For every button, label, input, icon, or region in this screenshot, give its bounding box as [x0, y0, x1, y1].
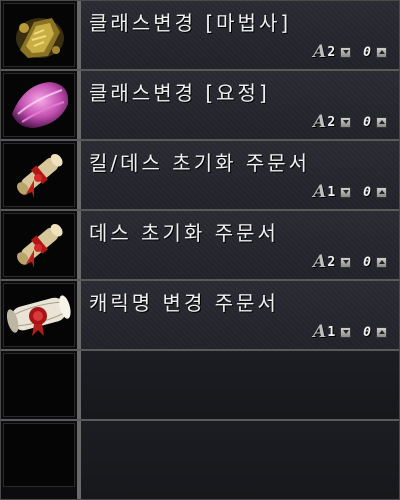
decrease-button[interactable]: [340, 256, 352, 268]
arrow-up-icon: [378, 190, 385, 194]
item-name: 클래스변경 [요정]: [89, 81, 270, 105]
item-stats: A 1 0: [313, 322, 387, 342]
item-icon-slot: [3, 143, 75, 207]
item-info: 캐릭명 변경 주문서 A 1 0: [81, 281, 399, 349]
empty-item-row: [1, 351, 399, 421]
increase-button[interactable]: [376, 256, 387, 268]
item-name: 클래스변경 [마법사]: [89, 11, 292, 35]
empty-item-info: [81, 421, 399, 499]
selected-quantity: 0: [363, 254, 371, 270]
empty-icon-slot: [3, 353, 75, 417]
item-info: 데스 초기화 주문서 A 2 0: [81, 211, 399, 279]
scroll-red-ribbon-icon: [17, 153, 63, 198]
arrow-up-icon: [378, 330, 385, 334]
selected-quantity: 0: [363, 184, 371, 200]
increase-button[interactable]: [376, 186, 387, 198]
arrow-down-icon: [342, 50, 349, 54]
increase-button[interactable]: [376, 326, 387, 338]
scroll-red-seal-icon: [6, 295, 71, 336]
increase-button[interactable]: [376, 46, 387, 58]
arrow-down-icon: [342, 190, 349, 194]
arrow-up-icon: [378, 50, 385, 54]
arrow-down-icon: [342, 330, 349, 334]
gold-book-icon: [16, 18, 64, 58]
item-row[interactable]: 데스 초기화 주문서 A 2 0: [1, 211, 399, 281]
amount-icon: A: [313, 42, 327, 62]
item-stats: A 1 0: [313, 182, 387, 202]
arrow-down-icon: [342, 120, 349, 124]
item-count: 2: [327, 44, 336, 60]
item-icon-slot: [3, 283, 75, 347]
increase-button[interactable]: [376, 116, 387, 128]
item-row[interactable]: 클래스변경 [요정] A 2 0: [1, 71, 399, 141]
item-stats: A 2 0: [313, 252, 387, 272]
item-info: 클래스변경 [요정] A 2 0: [81, 71, 399, 139]
item-name: 데스 초기화 주문서: [89, 221, 279, 245]
item-count: 2: [327, 114, 336, 130]
decrease-button[interactable]: [340, 186, 352, 198]
item-name: 캐릭명 변경 주문서: [89, 291, 279, 315]
arrow-up-icon: [378, 120, 385, 124]
item-row[interactable]: 캐릭명 변경 주문서 A 1 0: [1, 281, 399, 351]
decrease-button[interactable]: [340, 326, 352, 338]
empty-item-row: [1, 421, 399, 499]
decrease-button[interactable]: [340, 116, 352, 128]
amount-icon: A: [313, 182, 327, 202]
item-stats: A 2 0: [313, 42, 387, 62]
item-name: 킬/데스 초기화 주문서: [89, 151, 311, 175]
item-icon-slot: [3, 213, 75, 277]
empty-item-info: [81, 351, 399, 419]
decrease-button[interactable]: [340, 46, 352, 58]
item-info: 킬/데스 초기화 주문서 A 1 0: [81, 141, 399, 209]
scroll-red-ribbon-icon: [17, 223, 63, 268]
amount-icon: A: [313, 112, 327, 132]
item-icon-slot: [3, 3, 75, 67]
item-info: 클래스변경 [마법사] A 2 0: [81, 1, 399, 69]
empty-icon-slot: [3, 423, 75, 487]
item-count: 1: [327, 324, 336, 340]
item-count: 1: [327, 184, 336, 200]
amount-icon: A: [313, 252, 327, 272]
inventory-panel: 클래스변경 [마법사] A 2 0 클래스변경 [요정] A 2 0 킬/데스 …: [0, 0, 400, 500]
selected-quantity: 0: [363, 114, 371, 130]
item-icon-slot: [3, 73, 75, 137]
pink-feather-icon: [12, 82, 69, 128]
selected-quantity: 0: [363, 44, 371, 60]
item-stats: A 2 0: [313, 112, 387, 132]
arrow-up-icon: [378, 260, 385, 264]
item-row[interactable]: 클래스변경 [마법사] A 2 0: [1, 1, 399, 71]
amount-icon: A: [313, 322, 327, 342]
arrow-down-icon: [342, 260, 349, 264]
selected-quantity: 0: [363, 324, 371, 340]
item-row[interactable]: 킬/데스 초기화 주문서 A 1 0: [1, 141, 399, 211]
item-count: 2: [327, 254, 336, 270]
